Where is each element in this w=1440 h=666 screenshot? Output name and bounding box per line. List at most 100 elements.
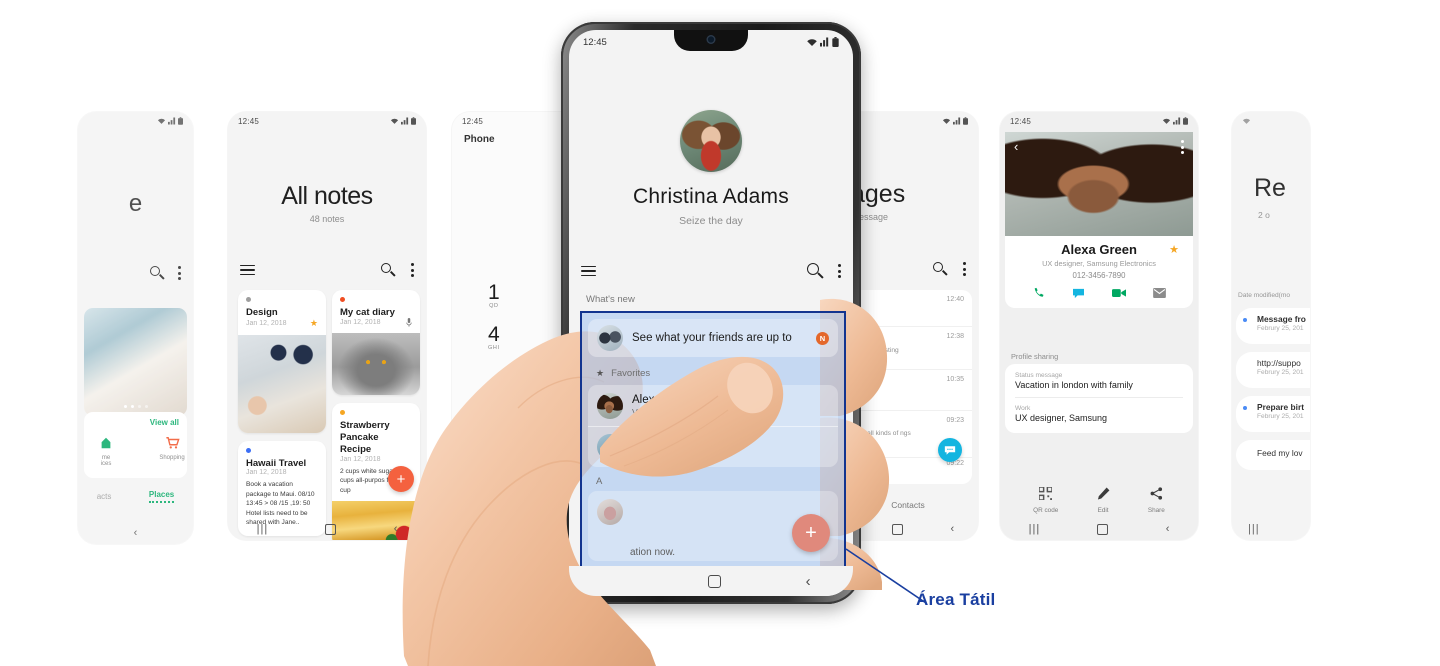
- reminder-sort-label[interactable]: Date modified(mo: [1238, 292, 1290, 299]
- footer-qr-code[interactable]: QR code: [1033, 486, 1058, 514]
- wifi-icon: [1162, 118, 1171, 124]
- back-chevron-icon[interactable]: ‹: [1014, 140, 1018, 153]
- recents-button-icon[interactable]: |||: [257, 523, 269, 535]
- profile-avatar[interactable]: [680, 110, 742, 172]
- whats-new-card[interactable]: See what your friends are up to N: [588, 319, 838, 357]
- note-card[interactable]: My cat diary Jan 12, 2018: [332, 290, 420, 395]
- kebab-more-icon[interactable]: [1181, 140, 1184, 154]
- status-time: 12:45: [583, 36, 607, 48]
- add-note-fab[interactable]: +: [388, 466, 414, 492]
- contact-field[interactable]: Work UX designer, Samsung: [1015, 405, 1183, 423]
- contact-name: Alexa Green: [1061, 242, 1137, 257]
- shortcut-home-services[interactable]: me ices: [86, 436, 126, 467]
- new-message-fab[interactable]: [938, 438, 962, 462]
- signal-icon: [168, 117, 176, 125]
- shortcut-label: Shopping: [159, 455, 185, 461]
- footer-label: Share: [1147, 507, 1165, 514]
- notes-title: All notes: [281, 182, 373, 210]
- kebab-more-icon[interactable]: [178, 266, 181, 280]
- call-icon[interactable]: [1033, 287, 1045, 299]
- friends-avatar: [597, 325, 623, 351]
- note-image-cat: [332, 333, 420, 395]
- home-button-icon[interactable]: [707, 574, 721, 588]
- note-card[interactable]: Design Jan 12, 2018 ★: [238, 290, 326, 433]
- reminder-date: Februry 25, 201: [1257, 369, 1304, 376]
- battery-icon: [1183, 117, 1188, 125]
- view-all-link[interactable]: View all: [150, 418, 179, 427]
- home-button-icon[interactable]: [891, 523, 903, 535]
- email-icon[interactable]: [1152, 288, 1166, 298]
- status-icons: [942, 117, 968, 125]
- back-chevron-icon[interactable]: ‹: [1166, 523, 1170, 535]
- dial-digit: 4: [488, 323, 500, 346]
- kebab-more-icon[interactable]: [838, 264, 841, 278]
- back-chevron-icon[interactable]: ‹: [950, 523, 954, 535]
- device-screen: 12:45 Christina Adams Seize the day What…: [569, 30, 853, 596]
- note-date: Jan 12, 2018: [246, 320, 287, 327]
- reminder-item[interactable]: Prepare birt Februry 25, 201: [1236, 396, 1310, 432]
- add-contact-fab[interactable]: +: [792, 514, 830, 552]
- status-bar: [1232, 112, 1310, 130]
- search-icon[interactable]: [150, 266, 165, 280]
- search-icon[interactable]: [381, 263, 396, 277]
- voice-recording-icon: [406, 318, 412, 327]
- recents-button-icon[interactable]: |||: [1248, 523, 1260, 535]
- favorites-list: Alexa green Vacation in london with fami…: [588, 385, 838, 467]
- search-icon[interactable]: [807, 263, 824, 279]
- unread-dot-icon: [1243, 318, 1247, 322]
- dial-digit: 1: [488, 281, 500, 304]
- footer-share[interactable]: Share: [1148, 487, 1165, 514]
- note-image-design: [238, 335, 326, 433]
- kebab-more-icon[interactable]: [963, 262, 966, 276]
- nav-bar: ||| ‹: [1000, 518, 1198, 540]
- favorite-star-icon[interactable]: ★: [1169, 243, 1179, 256]
- hamburger-menu-icon[interactable]: [240, 264, 255, 276]
- signal-icon: [820, 37, 829, 47]
- field-value: Vacation in london with family: [1015, 380, 1133, 390]
- wifi-icon: [807, 39, 817, 46]
- shortcut-shopping[interactable]: Shopping: [152, 436, 192, 467]
- footer-label: Edit: [1097, 507, 1109, 514]
- profile-status: Seize the day: [679, 215, 743, 227]
- recents-button-icon[interactable]: |||: [1029, 523, 1041, 535]
- reminder-text: Message fro: [1257, 314, 1306, 324]
- unread-dot-icon: [1243, 406, 1247, 410]
- star-icon: ★: [596, 368, 605, 378]
- battery-icon: [411, 117, 416, 125]
- section-whats-new: What's new: [586, 294, 635, 305]
- status-bar: 12:45: [228, 112, 426, 130]
- back-chevron-icon[interactable]: ‹: [806, 573, 811, 590]
- contact-hero-photo: ‹: [1005, 132, 1193, 236]
- contact-row[interactable]: Lindsey Smith: [588, 426, 838, 467]
- dial-letters: QD: [489, 303, 499, 309]
- search-icon[interactable]: [933, 262, 948, 276]
- tab-places[interactable]: Places: [148, 490, 175, 503]
- home-button-icon[interactable]: [1097, 523, 1109, 535]
- reminder-item[interactable]: Message fro Februry 25, 201: [1236, 308, 1310, 344]
- reminder-item[interactable]: Feed my lov: [1236, 440, 1310, 470]
- battery-icon: [963, 117, 968, 125]
- video-call-icon[interactable]: [1111, 288, 1126, 298]
- places-hero-image: [84, 308, 187, 416]
- footer-edit[interactable]: Edit: [1097, 487, 1110, 514]
- back-chevron-icon[interactable]: ‹: [394, 523, 398, 535]
- touch-area-highlight: See what your friends are up to N ★ Favo…: [580, 311, 846, 570]
- dial-key-4[interactable]: 4 GHI: [488, 324, 500, 351]
- home-button-icon[interactable]: [325, 523, 337, 535]
- status-bar: 12:45: [569, 33, 853, 51]
- hamburger-menu-icon[interactable]: [581, 265, 596, 277]
- contact-row[interactable]: Alexa green Vacation in london with fami…: [588, 385, 838, 426]
- dial-key-1[interactable]: 1 QD: [488, 282, 500, 309]
- kebab-more-icon[interactable]: [411, 263, 414, 277]
- contact-avatar: [597, 434, 623, 460]
- message-icon[interactable]: [1072, 288, 1085, 299]
- section-letter-a: A: [596, 476, 603, 487]
- contact-phone[interactable]: 012-3456-7890: [1005, 271, 1193, 280]
- battery-icon: [178, 117, 183, 125]
- wifi-icon: [942, 118, 951, 124]
- note-color-dot: [246, 448, 251, 453]
- tab-contacts[interactable]: acts: [97, 492, 112, 501]
- contact-field[interactable]: Status message Vacation in london with f…: [1015, 372, 1183, 390]
- back-chevron-icon[interactable]: ‹: [134, 527, 138, 539]
- reminder-item[interactable]: http://suppo Februry 25, 201: [1236, 352, 1310, 388]
